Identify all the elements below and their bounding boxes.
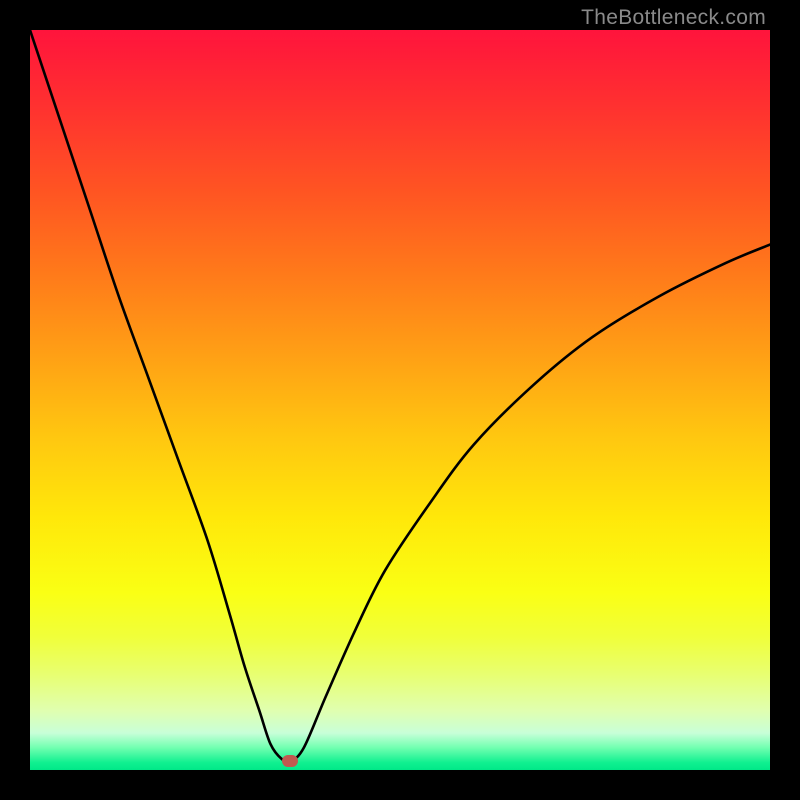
chart-container: TheBottleneck.com [0,0,800,800]
curve-svg [30,30,770,770]
watermark-text: TheBottleneck.com [581,6,766,30]
plot-area [30,30,770,770]
bottleneck-curve [30,30,770,762]
minimum-marker [282,755,298,767]
